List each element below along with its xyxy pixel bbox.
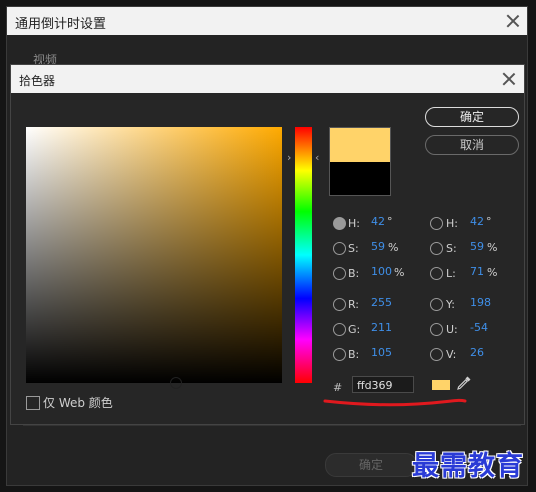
cancel-button[interactable]: 取消 — [425, 135, 519, 155]
radio-hsb-h[interactable] — [333, 217, 346, 230]
outer-ok-button[interactable]: 确定 — [325, 453, 417, 477]
hsl-s-label: S: — [446, 242, 457, 255]
color-picker-title: 拾色器 — [19, 74, 56, 88]
radio-hsb-s[interactable] — [333, 242, 346, 255]
yuv-y-label: Y: — [446, 298, 455, 311]
radio-hsl-s[interactable] — [430, 242, 443, 255]
rgb-g-value[interactable]: 211 — [371, 321, 392, 334]
hsb-b-label: B: — [348, 267, 360, 280]
color-picker-titlebar: 拾色器 — [11, 65, 524, 93]
hex-hash-label: # — [333, 381, 343, 394]
watermark: 最需教育 — [412, 451, 524, 482]
original-color-swatch[interactable] — [330, 162, 390, 195]
hsl-s-value[interactable]: 59 — [470, 240, 484, 253]
hsb-s-label: S: — [348, 242, 359, 255]
radio-yuv-v[interactable] — [430, 348, 443, 361]
yuv-v-value[interactable]: 26 — [470, 346, 484, 359]
web-colors-only-checkbox[interactable] — [26, 396, 40, 410]
radio-hsb-b[interactable] — [333, 267, 346, 280]
hsl-l-value[interactable]: 71 — [470, 265, 484, 278]
radio-rgb-b[interactable] — [333, 348, 346, 361]
hue-slider-left-arrow-icon[interactable]: › — [287, 151, 291, 164]
hue-slider-right-arrow-icon[interactable]: ‹ — [315, 151, 319, 164]
hsl-h-unit: ° — [486, 215, 492, 228]
radio-yuv-u[interactable] — [430, 323, 443, 336]
rgb-g-label: G: — [348, 323, 361, 336]
yuv-v-label: V: — [446, 348, 457, 361]
hsb-s-unit: % — [388, 241, 399, 254]
hsb-b-value[interactable]: 100 — [371, 265, 392, 278]
radio-yuv-y[interactable] — [430, 298, 443, 311]
red-underline-annotation — [323, 398, 467, 407]
radio-rgb-g[interactable] — [333, 323, 346, 336]
radio-hsl-h[interactable] — [430, 217, 443, 230]
rgb-r-label: R: — [348, 298, 360, 311]
radio-rgb-r[interactable] — [333, 298, 346, 311]
hsl-l-unit: % — [487, 266, 498, 279]
hue-slider[interactable] — [295, 127, 312, 383]
saturation-brightness-field[interactable] — [26, 127, 282, 383]
hsb-h-value[interactable]: 42 — [371, 215, 385, 228]
radio-hsl-l[interactable] — [430, 267, 443, 280]
countdown-settings-title: 通用倒计时设置 — [15, 17, 107, 32]
hsb-b-unit: % — [394, 266, 405, 279]
hsb-s-value[interactable]: 59 — [371, 240, 385, 253]
color-field-marker[interactable] — [170, 377, 182, 389]
close-icon[interactable] — [505, 13, 521, 29]
eyedropper-icon[interactable] — [455, 374, 473, 392]
hsb-h-label: H: — [348, 217, 360, 230]
yuv-y-value[interactable]: 198 — [470, 296, 491, 309]
rgb-b-label: B: — [348, 348, 360, 361]
countdown-settings-titlebar: 通用倒计时设置 — [7, 7, 527, 35]
hsl-h-value[interactable]: 42 — [470, 215, 484, 228]
color-compare-swatch — [329, 127, 391, 196]
new-color-swatch — [330, 128, 390, 162]
rgb-b-value[interactable]: 105 — [371, 346, 392, 359]
hsb-h-unit: ° — [387, 215, 393, 228]
yuv-u-label: U: — [446, 323, 458, 336]
yuv-u-value[interactable]: -54 — [470, 321, 488, 334]
hsl-s-unit: % — [487, 241, 498, 254]
hex-color-input[interactable]: ffd369 — [352, 376, 414, 393]
web-safe-color-swatch[interactable] — [432, 380, 450, 390]
close-icon[interactable] — [501, 71, 517, 87]
ok-button[interactable]: 确定 — [425, 107, 519, 127]
hsl-h-label: H: — [446, 217, 458, 230]
hsl-l-label: L: — [446, 267, 456, 280]
divider — [23, 425, 521, 426]
rgb-r-value[interactable]: 255 — [371, 296, 392, 309]
color-picker-dialog: 拾色器 › ‹ 确定 取消 H: 42 ° S: 59 % B: 100 % H… — [10, 64, 525, 425]
web-colors-only-label: 仅 Web 颜色 — [43, 396, 113, 410]
